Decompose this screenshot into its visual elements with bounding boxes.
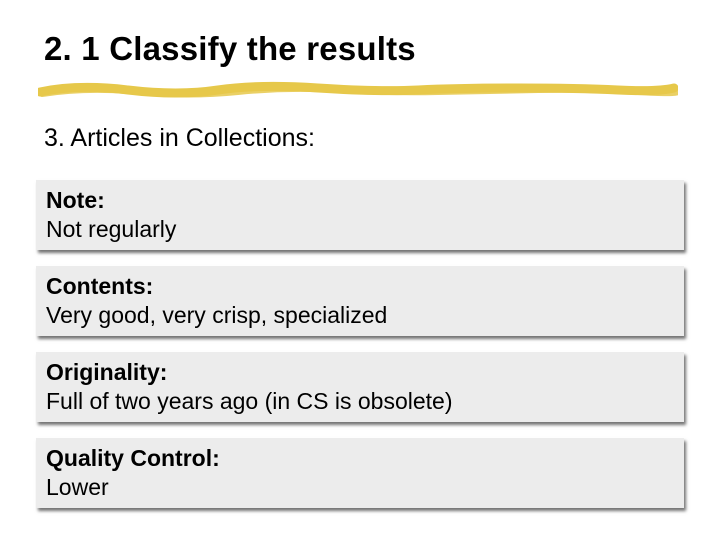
block-label: Originality:	[46, 358, 674, 387]
info-block-originality: Originality: Full of two years ago (in C…	[36, 352, 684, 422]
title-underline-icon	[38, 78, 678, 100]
info-block-quality-control: Quality Control: Lower	[36, 438, 684, 508]
block-body: Lower	[46, 473, 674, 502]
slide-subheading: 3. Articles in Collections:	[44, 124, 315, 153]
slide-title: 2. 1 Classify the results	[44, 30, 416, 68]
block-body: Not regularly	[46, 215, 674, 244]
block-label: Quality Control:	[46, 444, 674, 473]
block-body: Full of two years ago (in CS is obsolete…	[46, 387, 674, 416]
block-body: Very good, very crisp, specialized	[46, 301, 674, 330]
info-block-contents: Contents: Very good, very crisp, special…	[36, 266, 684, 336]
slide: 2. 1 Classify the results 3. Articles in…	[0, 0, 720, 540]
block-label: Contents:	[46, 272, 674, 301]
info-block-note: Note: Not regularly	[36, 180, 684, 250]
block-label: Note:	[46, 186, 674, 215]
